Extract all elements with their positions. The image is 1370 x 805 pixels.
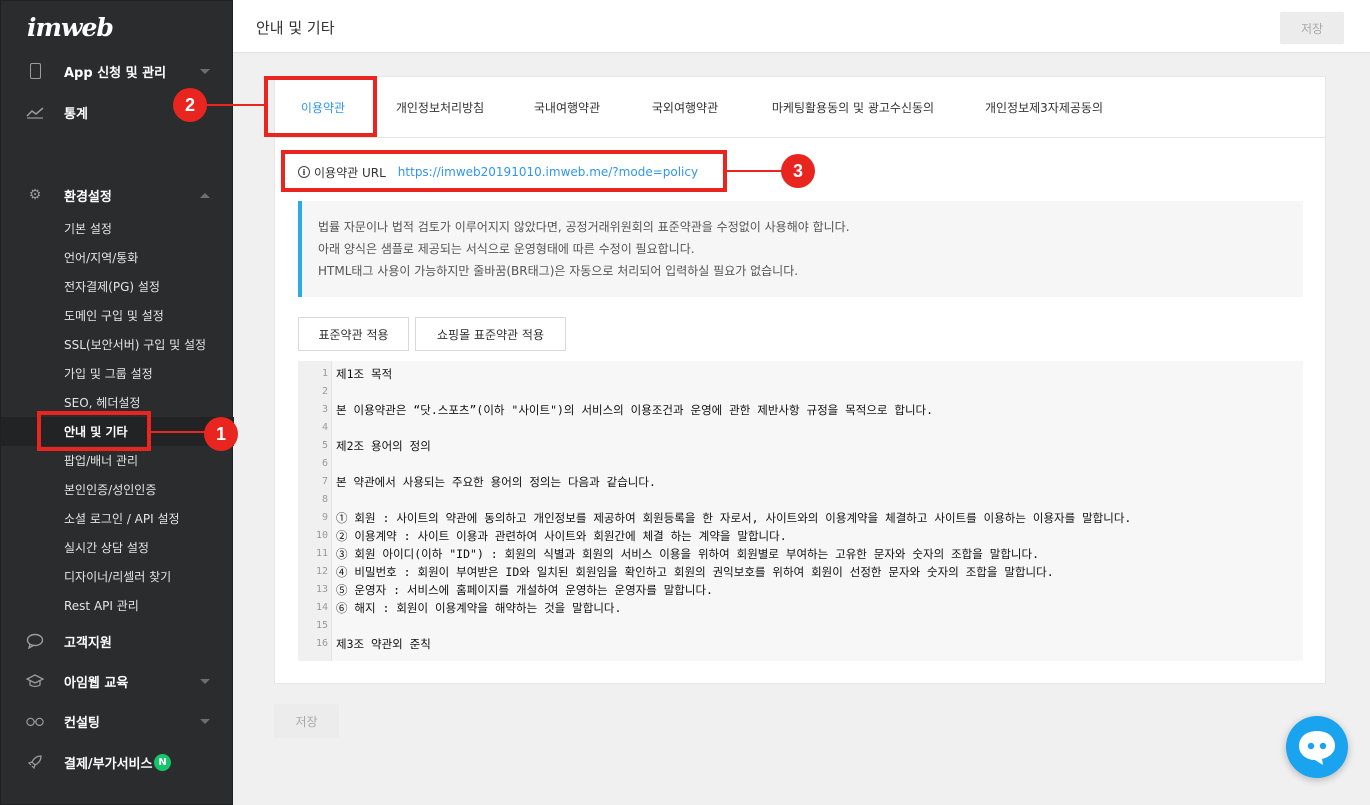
annotation-box-3 — [281, 150, 727, 192]
nav-label: 아임웹 교육 — [64, 675, 129, 691]
nav-label: 결제/부가서비스 — [64, 756, 153, 772]
notice-line: 법률 자문이나 법적 검토가 이루어지지 않았다면, 공정거래위원회의 표준약관… — [318, 220, 850, 234]
annotation-box-1 — [37, 411, 151, 451]
sidebar-item-live-chat[interactable]: 실시간 상담 설정 — [1, 533, 234, 562]
rocket-icon — [26, 753, 44, 771]
sidebar-item-language-region[interactable]: 언어/지역/통화 — [1, 243, 234, 272]
live-chat-button[interactable] — [1286, 716, 1348, 778]
line-number: 11 — [315, 548, 328, 559]
notice-line: HTML태그 사용이 가능하지만 줄바꿈(BR태그)은 자동으로 처리되어 입력… — [318, 264, 799, 278]
sidebar-item-signup-groups[interactable]: 가입 및 그룹 설정 — [1, 359, 234, 388]
tab-third-party-consent[interactable]: 개인정보제3자제공동의 — [969, 77, 1119, 137]
code-line: ① 회원 : 사이트의 약관에 동의하고 개인정보를 제공하여 회원등록을 한 … — [336, 511, 1132, 525]
line-number: 15 — [315, 620, 328, 631]
terms-code-editor[interactable]: 1 제1조 목적 2 3 본 이용약관은 “닷.스포츠”(이하 "사이트")의 … — [298, 361, 1303, 661]
code-line: ③ 회원 아이디(이하 "ID") : 회원의 식별과 회원의 서비스 이용을 … — [336, 547, 1040, 561]
imweb-logo[interactable]: imweb — [27, 13, 114, 42]
code-line: ④ 비밀번호 : 회원이 부여받은 ID와 일치된 회원임을 확인하고 회원의 … — [336, 565, 1054, 579]
code-line: 본 이용약관은 “닷.스포츠”(이하 "사이트")의 서비스의 이용조건과 운영… — [336, 403, 934, 417]
line-number: 8 — [321, 494, 328, 505]
annotation-line-2 — [207, 104, 265, 106]
nav-label: App 신청 및 관리 — [64, 65, 167, 81]
glasses-icon — [26, 712, 44, 730]
chevron-down-icon — [200, 678, 210, 684]
new-badge: N — [154, 753, 171, 771]
page-header: 안내 및 기타 저장 — [233, 0, 1370, 53]
annotation-marker-2: 2 — [173, 88, 207, 122]
nav-imweb-education[interactable]: 아임웹 교육 — [1, 661, 234, 701]
line-number: 7 — [321, 476, 328, 487]
chevron-down-icon — [200, 718, 210, 724]
tab-privacy-policy[interactable]: 개인정보처리방침 — [375, 77, 505, 137]
notice-box: 법률 자문이나 법적 검토가 이루어지지 않았다면, 공정거래위원회의 표준약관… — [298, 201, 1303, 297]
line-number: 3 — [321, 404, 328, 415]
sidebar-item-identity-verification[interactable]: 본인인증/성인인증 — [1, 475, 234, 504]
line-number: 2 — [321, 386, 328, 397]
nav-billing-addons[interactable]: 결제/부가서비스 N — [1, 742, 234, 782]
nav-consulting[interactable]: 컨설팅 — [1, 701, 234, 741]
sidebar-item-basic-settings[interactable]: 기본 설정 — [1, 214, 234, 243]
code-line: 제1조 목적 — [336, 367, 393, 381]
line-number: 1 — [321, 368, 328, 379]
footer-save-button[interactable]: 저장 — [274, 704, 339, 738]
tab-marketing-consent[interactable]: 마케팅활용동의 및 광고수신동의 — [753, 77, 953, 137]
nav-label: 고객지원 — [64, 635, 112, 651]
line-number: 14 — [315, 602, 328, 613]
nav-settings[interactable]: ⚙ 환경설정 — [1, 175, 234, 215]
tab-overseas-travel-terms[interactable]: 국외여행약관 — [629, 77, 741, 137]
line-number: 12 — [315, 566, 328, 577]
sidebar-item-domain[interactable]: 도메인 구입 및 설정 — [1, 301, 234, 330]
graduation-cap-icon — [26, 672, 44, 690]
nav-app-management[interactable]: App 신청 및 관리 — [1, 51, 234, 91]
code-line: ⑥ 해지 : 회원이 이용계약을 해약하는 것을 말합니다. — [336, 601, 622, 615]
line-number: 4 — [321, 422, 328, 433]
policy-tabs: 이용약관 개인정보처리방침 국내여행약관 국외여행약관 마케팅활용동의 및 광고… — [275, 77, 1325, 138]
line-number: 6 — [321, 458, 328, 469]
line-number: 5 — [321, 440, 328, 451]
annotation-marker-1: 1 — [204, 417, 238, 451]
code-line: 본 약관에서 사용되는 주요한 용어의 정의는 다음과 같습니다. — [336, 475, 656, 489]
page-title: 안내 및 기타 — [256, 19, 335, 37]
sidebar-item-ssl[interactable]: SSL(보안서버) 구입 및 설정 — [1, 330, 234, 359]
line-number: 10 — [315, 530, 328, 541]
nav-customer-support[interactable]: 고객지원 — [1, 621, 234, 661]
sidebar-item-social-login-api[interactable]: 소셜 로그인 / API 설정 — [1, 504, 234, 533]
chat-bubble-icon — [26, 632, 44, 650]
mobile-phone-icon — [26, 62, 44, 80]
annotation-line-3 — [727, 170, 783, 172]
code-line: 제2조 용어의 정의 — [336, 439, 431, 453]
sidebar-item-designer-reseller[interactable]: 디자이너/리셀러 찾기 — [1, 562, 234, 591]
code-line: 제3조 약관외 준칙 — [336, 637, 431, 651]
chevron-up-icon — [200, 192, 210, 198]
line-number: 16 — [315, 638, 328, 649]
nav-label: 통계 — [64, 106, 88, 122]
line-number: 13 — [315, 584, 328, 595]
code-line: ⑤ 운영자 : 서비스에 홈페이지를 개설하여 운영하는 운영자를 말합니다. — [336, 583, 713, 597]
header-save-button[interactable]: 저장 — [1280, 12, 1344, 44]
notice-line: 아래 양식은 샘플로 제공되는 서식으로 운영형태에 따른 수정이 필요합니다. — [318, 242, 695, 256]
apply-shopping-terms-button[interactable]: 쇼핑몰 표준약관 적용 — [415, 317, 566, 351]
sidebar-item-rest-api[interactable]: Rest API 관리 — [1, 591, 234, 620]
chat-face-icon — [1299, 731, 1335, 765]
sidebar-item-payment-pg[interactable]: 전자결제(PG) 설정 — [1, 272, 234, 301]
annotation-line-1 — [151, 431, 206, 433]
nav-label: 환경설정 — [64, 189, 112, 205]
apply-standard-terms-button[interactable]: 표준약관 적용 — [298, 317, 409, 351]
sidebar: imweb App 신청 및 관리 통계 ⚙ 환경설정 기본 설정 언어/지역/… — [0, 0, 234, 805]
chart-line-icon — [26, 103, 44, 121]
annotation-box-2 — [264, 76, 377, 137]
annotation-marker-3: 3 — [781, 154, 815, 188]
line-number: 9 — [321, 512, 328, 523]
chevron-down-icon — [200, 68, 210, 74]
gear-icon: ⚙ — [28, 187, 42, 203]
nav-label: 컨설팅 — [64, 715, 100, 731]
tab-domestic-travel-terms[interactable]: 국내여행약관 — [511, 77, 623, 137]
code-line: ② 이용계약 : 사이트 이용과 관련하여 사이트와 회원간에 체결 하는 계약… — [336, 529, 787, 543]
